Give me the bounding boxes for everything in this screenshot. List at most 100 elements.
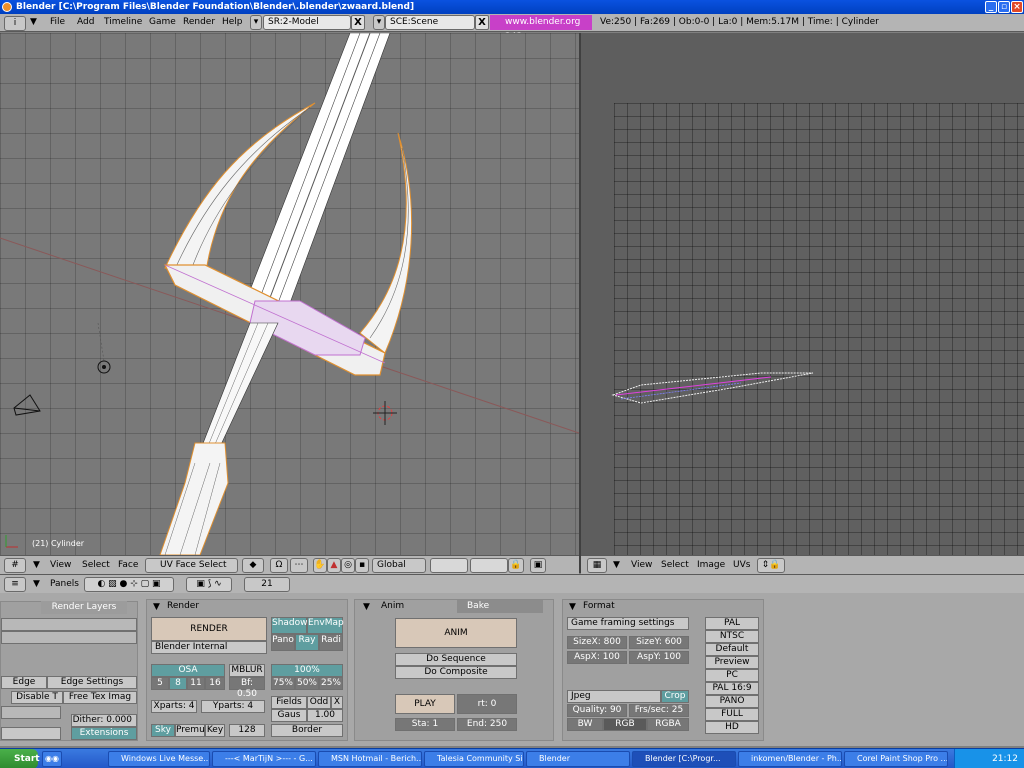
rgb-toggle[interactable]: RGB <box>603 718 647 731</box>
crop-toggle[interactable]: Crop <box>661 690 689 703</box>
preset-pc[interactable]: PC <box>705 669 759 682</box>
filter-size-field[interactable]: 1.00 <box>307 709 343 722</box>
rgba-toggle[interactable]: RGBA <box>647 718 689 731</box>
anim-button[interactable]: ANIM <box>395 618 517 648</box>
preset-pal-169[interactable]: PAL 16:9 <box>705 682 759 695</box>
translate-manipulator-icon[interactable]: ▲ <box>327 558 341 573</box>
layers-row-b[interactable] <box>470 558 508 573</box>
uv-editor-type-icon[interactable]: ▦ <box>587 558 607 573</box>
key-toggle[interactable]: Key <box>205 724 225 737</box>
screen-delete-button[interactable]: X <box>351 15 365 30</box>
header-collapse-icon[interactable]: ▼ <box>33 560 40 570</box>
panels-menu[interactable]: Panels <box>50 579 79 589</box>
hand-manipulator-icon[interactable]: ✋ <box>313 558 327 573</box>
render-tab[interactable]: Render <box>147 600 347 613</box>
task-blender-active[interactable]: Blender [C:\Progr... <box>632 751 736 767</box>
task-martijn[interactable]: ---< MarTijN >--- - G... <box>212 751 316 767</box>
file-format-dropdown[interactable]: Jpeg <box>567 690 661 703</box>
scene-browse-icon[interactable]: ▾ <box>373 15 385 30</box>
free-tex-images-toggle[interactable]: Free Tex Imag <box>63 691 137 704</box>
osa-toggle[interactable]: OSA <box>151 664 225 677</box>
menu-render[interactable]: Render <box>183 17 215 27</box>
context-tabs[interactable]: ◐ ▧ ● ⊹ ▢ ▣ <box>84 577 174 592</box>
menu-collapse-icon[interactable]: ▼ <box>30 17 37 27</box>
mblur-toggle[interactable]: MBLUR <box>229 664 265 677</box>
radiosity-toggle[interactable]: Radi <box>319 634 343 651</box>
pivot-icon[interactable]: Ω <box>270 558 288 573</box>
tile-size-dropdown[interactable]: 128 <box>229 724 265 737</box>
playback-rate-field[interactable]: rt: 0 <box>457 694 517 714</box>
task-blender[interactable]: Blender <box>526 751 630 767</box>
render-layers-tab[interactable]: Render Layers <box>41 601 127 614</box>
subcontext-tabs[interactable]: ▣ ⟆ ∿ <box>186 577 232 592</box>
orientation-dropdown[interactable]: Global <box>372 558 426 573</box>
minimize-button[interactable]: _ <box>985 1 997 13</box>
mode-select-dropdown[interactable]: UV Face Select <box>145 558 238 573</box>
osa-5[interactable]: 5 <box>151 677 169 690</box>
editor-type-icon[interactable]: i <box>4 16 26 31</box>
pano-toggle[interactable]: Pano <box>271 634 295 651</box>
render-preview-icon[interactable]: ▣ <box>530 558 546 573</box>
resolution-50[interactable]: 50% <box>295 677 319 690</box>
layer-lock-icon-2[interactable]: 🔒 <box>508 558 524 573</box>
render-layer-row-2[interactable] <box>1 631 137 644</box>
render-panel-collapse-icon[interactable]: ▼ <box>153 602 160 612</box>
scene-delete-button[interactable]: X <box>475 15 489 30</box>
odd-toggle[interactable]: Odd <box>307 696 331 709</box>
uv-menu-image[interactable]: Image <box>697 560 725 570</box>
quick-launch-icons[interactable]: ◉◉ <box>42 751 62 767</box>
blank-button[interactable] <box>1 727 61 740</box>
task-corel-paint-shop[interactable]: Corel Paint Shop Pro ... <box>844 751 948 767</box>
anim-tab[interactable]: Anim <box>355 600 455 613</box>
task-talesia[interactable]: Talesia Community Si... <box>424 751 524 767</box>
fps-field[interactable]: Frs/sec: 25 <box>629 704 689 717</box>
play-button[interactable]: PLAY <box>395 694 455 714</box>
blender-url-badge[interactable]: www.blender.org 243 <box>490 15 592 42</box>
envmap-toggle[interactable]: EnvMap <box>307 617 344 634</box>
render-button[interactable]: RENDER <box>151 617 267 641</box>
frame-number-field[interactable]: 21 <box>244 577 290 592</box>
preset-default[interactable]: Default <box>705 643 759 656</box>
quality-field[interactable]: Quality: 90 <box>567 704 627 717</box>
preset-ntsc[interactable]: NTSC <box>705 630 759 643</box>
clock[interactable]: 21:12 <box>992 754 1018 764</box>
resolution-100[interactable]: 100% <box>271 664 343 677</box>
x-toggle[interactable]: X <box>331 696 343 709</box>
start-frame-field[interactable]: Sta: 1 <box>395 718 455 731</box>
render-engine-dropdown[interactable]: Blender Internal <box>151 641 267 654</box>
osa-16[interactable]: 16 <box>205 677 225 690</box>
preset-preview[interactable]: Preview <box>705 656 759 669</box>
start-button[interactable]: Start <box>0 749 40 768</box>
task-inkomen-blender[interactable]: inkomen/Blender - Ph... <box>738 751 842 767</box>
3d-menu-select[interactable]: Select <box>82 560 110 570</box>
screen-browse-icon[interactable]: ▾ <box>250 15 262 30</box>
xparts-field[interactable]: Xparts: 4 <box>151 700 197 713</box>
preset-pano[interactable]: PANO <box>705 695 759 708</box>
anim-panel-collapse-icon[interactable]: ▼ <box>363 602 370 612</box>
preset-full[interactable]: FULL <box>705 708 759 721</box>
edge-toggle[interactable]: Edge <box>1 676 47 689</box>
3d-editor-type-icon[interactable]: # <box>4 558 26 573</box>
render-layer-row-1[interactable] <box>1 618 137 631</box>
end-frame-field[interactable]: End: 250 <box>457 718 517 731</box>
resolution-75[interactable]: 75% <box>271 677 295 690</box>
dither-field[interactable]: Dither: 0.000 <box>71 714 137 727</box>
layers-row-a[interactable] <box>430 558 468 573</box>
format-panel-collapse-icon[interactable]: ▼ <box>569 602 576 612</box>
preset-hd[interactable]: HD <box>705 721 759 734</box>
uv-menu-uvs[interactable]: UVs <box>733 560 750 570</box>
premul-toggle[interactable]: Premul <box>175 724 207 737</box>
uv-lock-icon[interactable]: ⇕🔒 <box>757 558 785 573</box>
aspect-x-field[interactable]: AspX: 100 <box>567 651 627 664</box>
edge-settings-button[interactable]: Edge Settings <box>47 676 137 689</box>
rotate-manipulator-icon[interactable]: ◎ <box>341 558 355 573</box>
3d-menu-face[interactable]: Face <box>118 560 138 570</box>
maximize-button[interactable]: ▫ <box>998 1 1010 13</box>
extensions-toggle[interactable]: Extensions <box>71 727 137 740</box>
yparts-field[interactable]: Yparts: 4 <box>201 700 265 713</box>
blur-factor-field[interactable]: Bf: 0.50 <box>229 677 265 699</box>
size-y-field[interactable]: SizeY: 600 <box>629 636 689 649</box>
close-window-button[interactable]: × <box>1011 1 1023 13</box>
ray-toggle[interactable]: Ray <box>295 634 319 651</box>
bake-tab[interactable]: Bake <box>457 600 543 613</box>
